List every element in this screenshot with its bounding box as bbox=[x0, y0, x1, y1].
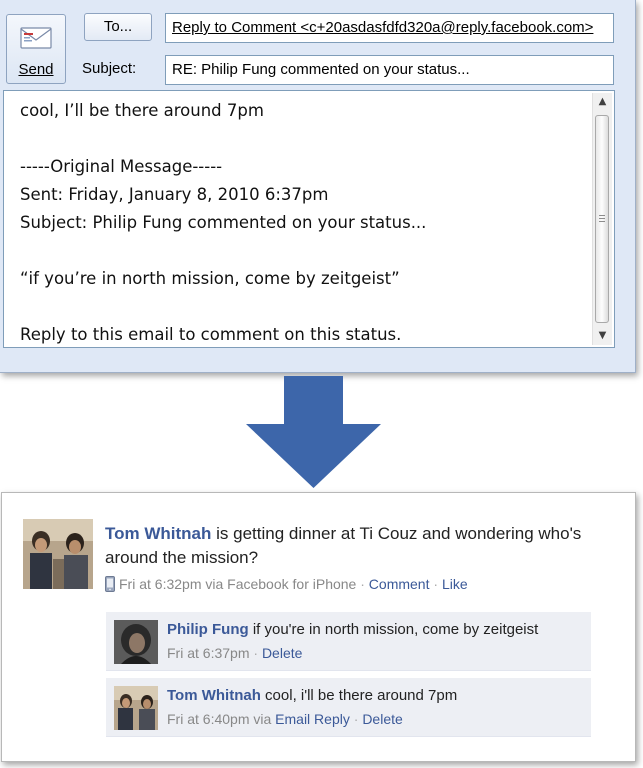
delete-link[interactable]: Delete bbox=[262, 645, 302, 661]
profile-photo-icon bbox=[23, 519, 93, 589]
comment-meta: Fri at 6:40pm via Email Reply · Delete bbox=[167, 711, 403, 727]
story-meta: Fri at 6:32pm via Facebook for iPhone · … bbox=[105, 576, 468, 592]
to-field[interactable]: Reply to Comment <c+20asdasfdfd320a@repl… bbox=[165, 13, 614, 43]
message-body[interactable]: cool, I’ll be there around 7pm -----Orig… bbox=[3, 90, 615, 348]
body-line: -----Original Message----- bbox=[20, 157, 223, 176]
subject-field[interactable]: RE: Philip Fung commented on your status… bbox=[165, 55, 614, 85]
profile-photo-icon bbox=[114, 620, 158, 664]
body-line bbox=[20, 125, 584, 153]
body-line bbox=[20, 237, 584, 265]
avatar[interactable] bbox=[23, 519, 93, 589]
body-line: Subject: Philip Fung commented on your s… bbox=[20, 213, 427, 232]
comment-meta: Fri at 6:37pm · Delete bbox=[167, 645, 302, 661]
story-author-link[interactable]: Tom Whitnah bbox=[105, 524, 211, 543]
body-line: Reply to this email to comment on this s… bbox=[20, 325, 402, 344]
to-button[interactable]: To... bbox=[84, 13, 152, 41]
body-line: cool, I’ll be there around 7pm bbox=[20, 101, 264, 120]
separator: · bbox=[253, 645, 259, 661]
comment-item: Philip Fung if you're in north mission, … bbox=[106, 612, 591, 671]
send-button[interactable]: Send bbox=[6, 14, 66, 84]
comment-timestamp: Fri at 6:40pm via bbox=[167, 711, 272, 727]
facebook-feed-story: Tom Whitnah is getting dinner at Ti Couz… bbox=[1, 492, 636, 762]
separator: · bbox=[360, 576, 365, 592]
envelope-icon bbox=[20, 27, 52, 49]
story-timestamp: Fri at 6:32pm via Facebook for iPhone bbox=[119, 576, 357, 592]
grip-icon bbox=[599, 215, 605, 224]
separator: · bbox=[353, 711, 359, 727]
vertical-scrollbar[interactable]: ▲ ▼ bbox=[592, 93, 612, 345]
body-line: Sent: Friday, January 8, 2010 6:37pm bbox=[20, 185, 329, 204]
comment-message: if you're in north mission, come by zeit… bbox=[252, 621, 539, 638]
avatar[interactable] bbox=[114, 686, 158, 730]
send-button-label: Send bbox=[18, 61, 54, 78]
message-body-text[interactable]: cool, I’ll be there around 7pm -----Orig… bbox=[20, 97, 584, 349]
body-line bbox=[20, 293, 584, 321]
comment-link[interactable]: Comment bbox=[369, 576, 430, 592]
comment-item: Tom Whitnah cool, i'll be there around 7… bbox=[106, 678, 591, 737]
comment-text: Tom Whitnah cool, i'll be there around 7… bbox=[167, 687, 457, 704]
profile-photo-icon bbox=[114, 686, 158, 730]
down-arrow-icon bbox=[246, 376, 381, 488]
scroll-thumb[interactable] bbox=[595, 115, 609, 323]
comment-text: Philip Fung if you're in north mission, … bbox=[167, 621, 538, 638]
comment-author-link[interactable]: Tom Whitnah bbox=[167, 687, 261, 704]
mobile-phone-icon bbox=[105, 576, 115, 592]
like-link[interactable]: Like bbox=[442, 576, 468, 592]
comment-author-link[interactable]: Philip Fung bbox=[167, 621, 249, 638]
avatar[interactable] bbox=[114, 620, 158, 664]
delete-link[interactable]: Delete bbox=[362, 711, 402, 727]
email-reply-link[interactable]: Email Reply bbox=[275, 711, 350, 727]
body-line: “if you’re in north mission, come by zei… bbox=[20, 269, 400, 288]
story-text: Tom Whitnah is getting dinner at Ti Couz… bbox=[105, 522, 595, 570]
subject-label: Subject: bbox=[82, 60, 137, 77]
scroll-down-icon[interactable]: ▼ bbox=[593, 327, 612, 345]
comment-message: cool, i'll be there around 7pm bbox=[265, 687, 458, 704]
comment-timestamp: Fri at 6:37pm bbox=[167, 645, 250, 661]
scroll-up-icon[interactable]: ▲ bbox=[593, 93, 612, 111]
email-compose-window: Send To... Reply to Comment <c+20asdasfd… bbox=[0, 0, 636, 373]
separator: · bbox=[433, 576, 439, 592]
